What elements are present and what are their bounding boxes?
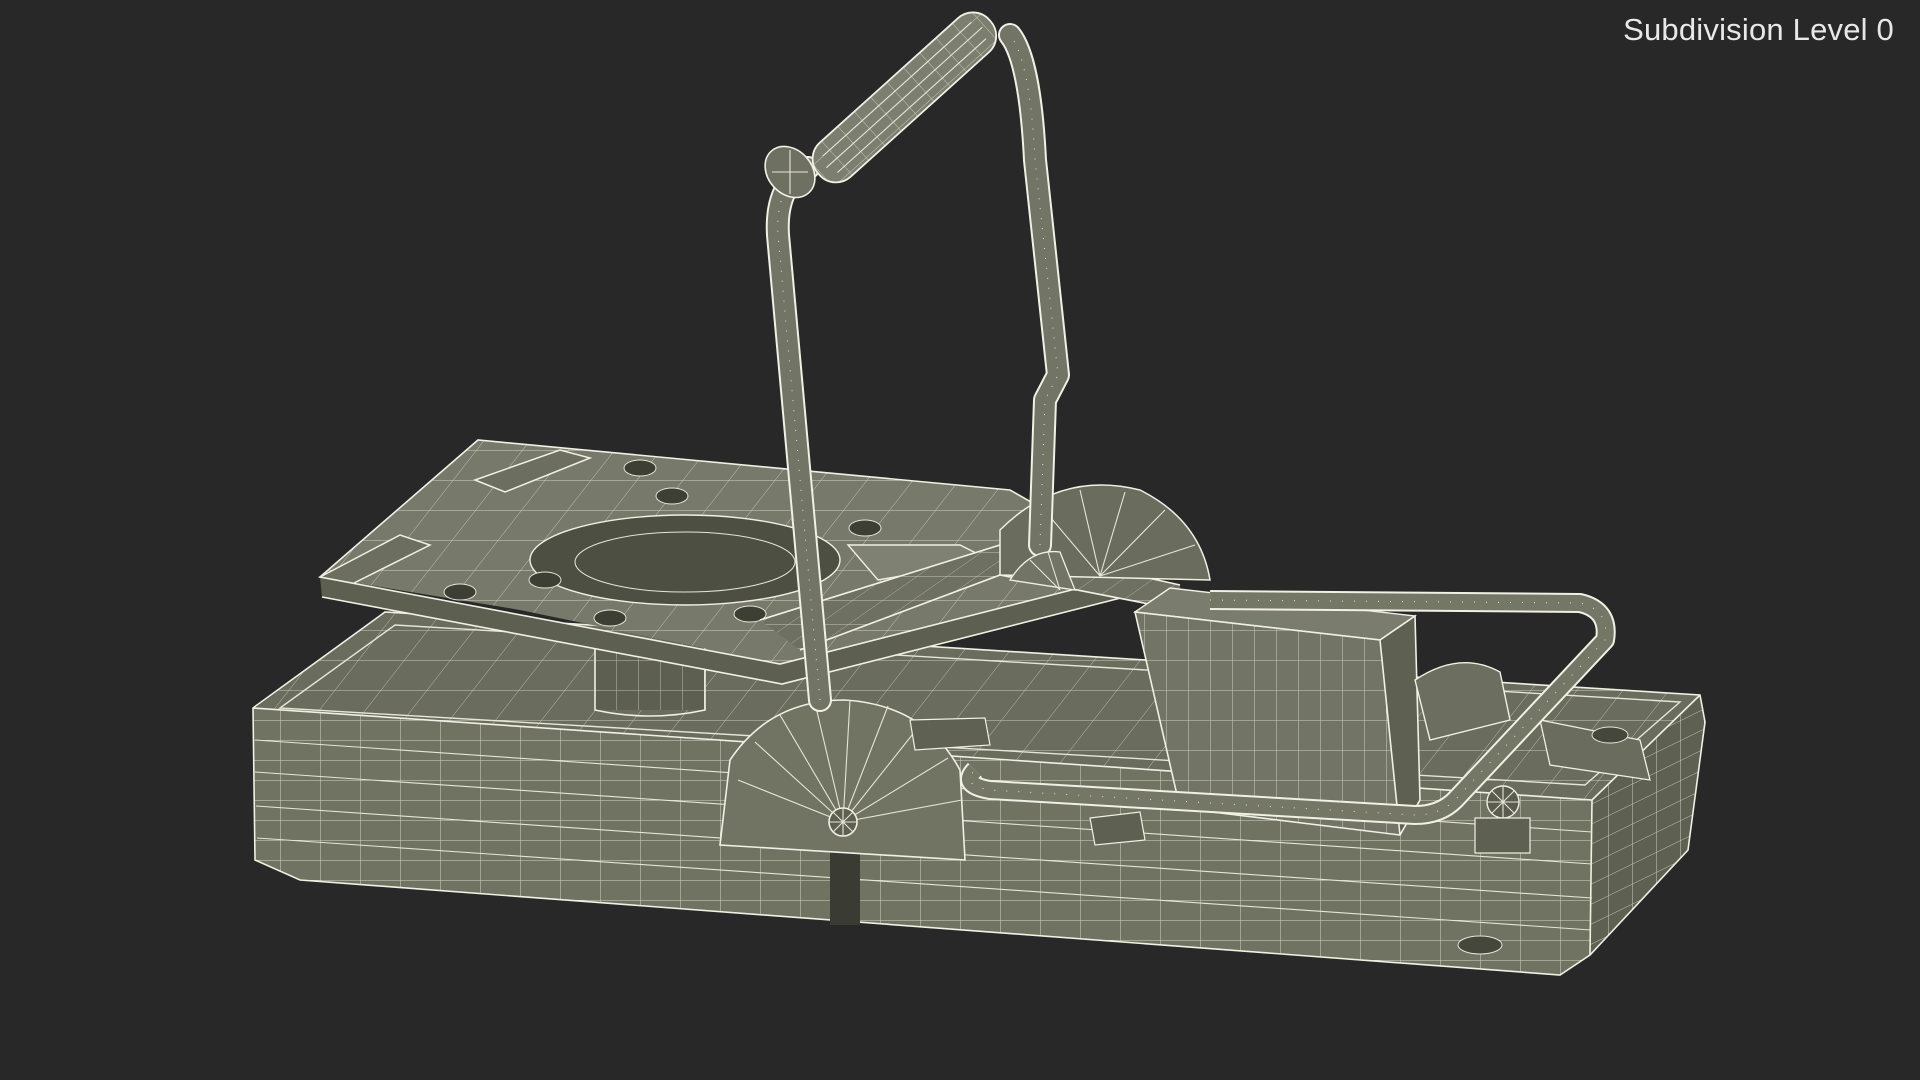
subdivision-level-label: Subdivision Level 0: [1623, 12, 1894, 47]
3d-viewport[interactable]: Subdivision Level 0: [0, 0, 1920, 1080]
mousetrap-wireframe-render: [252, 11, 1706, 976]
